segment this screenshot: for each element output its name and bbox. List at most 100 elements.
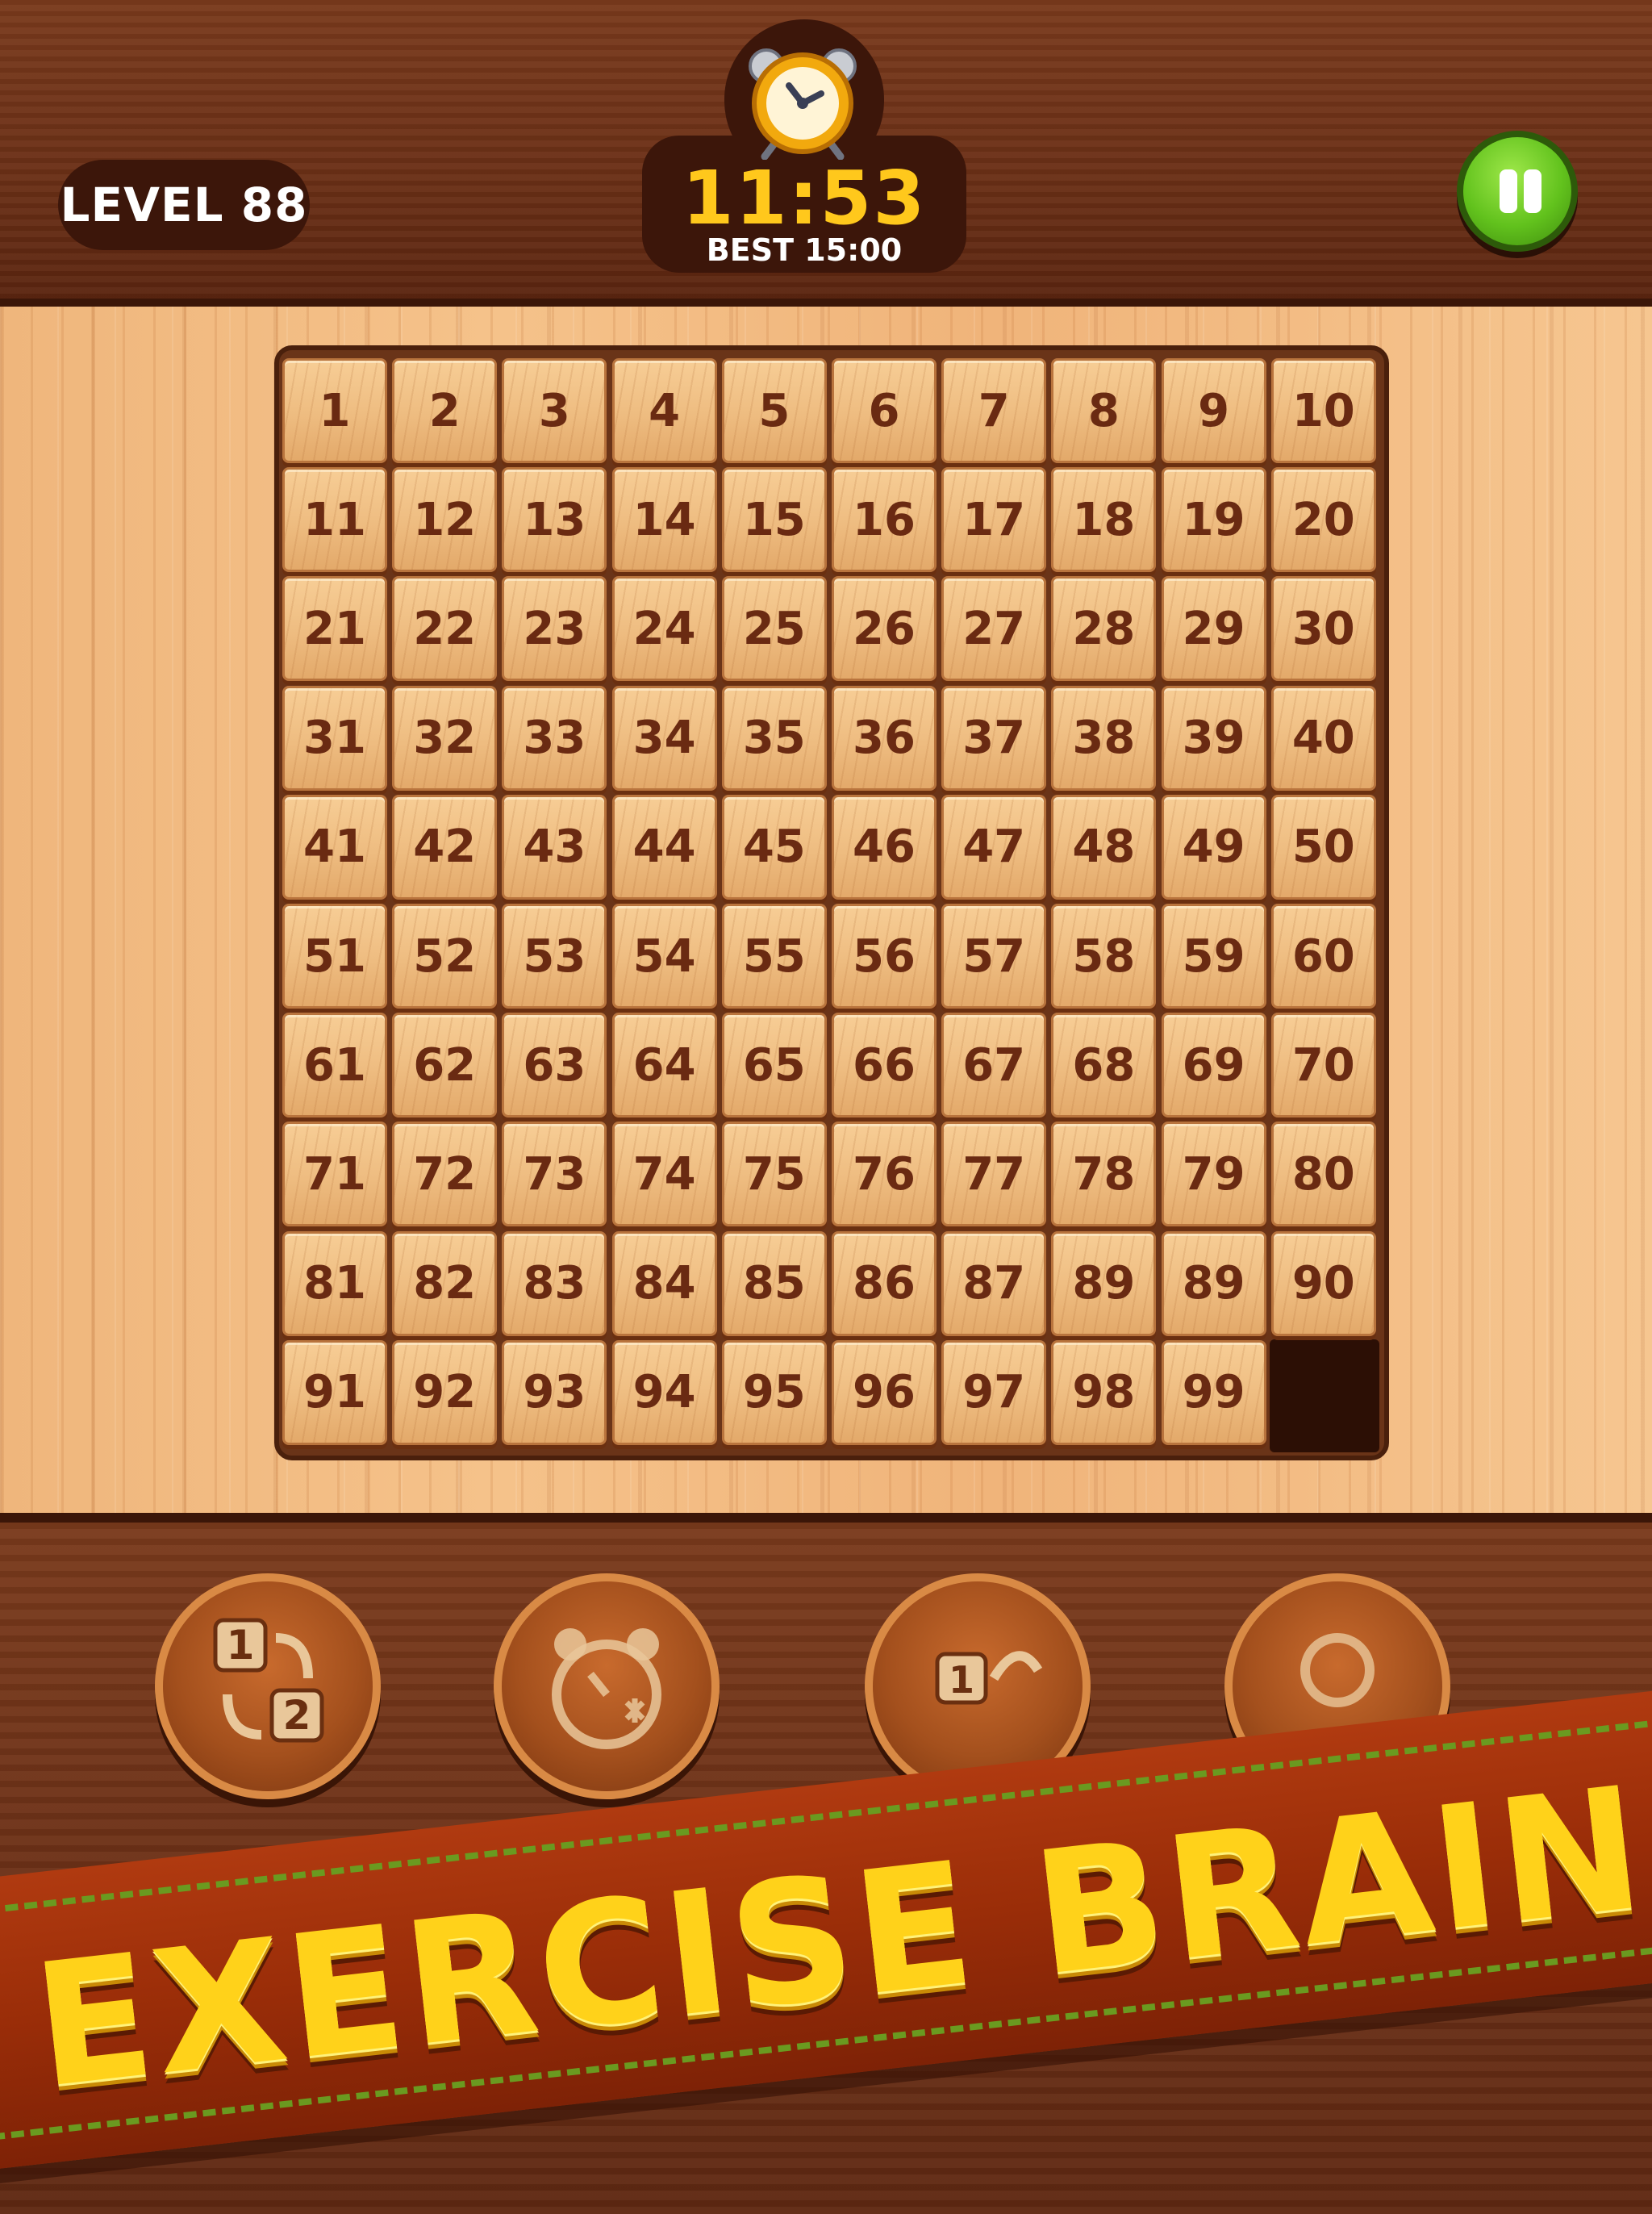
number-tile[interactable]: 80 [1270, 1122, 1376, 1227]
number-tile[interactable]: 86 [832, 1230, 937, 1336]
number-tile[interactable]: 53 [502, 904, 607, 1009]
number-tile[interactable]: 59 [1161, 904, 1266, 1009]
number-tile[interactable]: 75 [721, 1122, 827, 1227]
number-tile[interactable]: 79 [1161, 1122, 1266, 1227]
number-tile[interactable]: 73 [502, 1122, 607, 1227]
number-tile[interactable]: 77 [941, 1122, 1047, 1227]
number-tile[interactable]: 19 [1161, 467, 1266, 573]
number-tile[interactable]: 92 [392, 1339, 498, 1445]
number-tile[interactable]: 20 [1270, 467, 1376, 573]
number-tile[interactable]: 78 [1051, 1122, 1157, 1227]
number-tile[interactable]: 5 [721, 358, 827, 463]
number-tile[interactable]: 30 [1270, 576, 1376, 682]
number-tile[interactable]: 72 [392, 1122, 498, 1227]
number-tile[interactable]: 41 [282, 794, 387, 900]
number-tile[interactable]: 68 [1051, 1013, 1157, 1118]
number-tile[interactable]: 29 [1161, 576, 1266, 682]
number-tile[interactable]: 89 [1161, 1230, 1266, 1336]
number-tile[interactable]: 28 [1051, 576, 1157, 682]
swap-tiles-button[interactable]: 1 2 [155, 1573, 381, 1799]
number-tile[interactable]: 40 [1270, 685, 1376, 791]
number-tile[interactable]: 98 [1051, 1339, 1157, 1445]
number-tile[interactable]: 50 [1270, 794, 1376, 900]
number-tile[interactable]: 99 [1161, 1339, 1266, 1445]
number-tile[interactable]: 96 [832, 1339, 937, 1445]
number-tile[interactable]: 4 [611, 358, 717, 463]
number-tile[interactable]: 97 [941, 1339, 1047, 1445]
number-tile[interactable]: 57 [941, 904, 1047, 1009]
number-tile[interactable]: 51 [282, 904, 387, 1009]
number-tile[interactable]: 42 [392, 794, 498, 900]
number-tile[interactable]: 44 [611, 794, 717, 900]
number-tile[interactable]: 65 [721, 1013, 827, 1118]
number-tile[interactable]: 32 [392, 685, 498, 791]
number-tile[interactable]: 70 [1270, 1013, 1376, 1118]
number-tile[interactable]: 46 [832, 794, 937, 900]
freeze-time-button[interactable] [494, 1573, 720, 1799]
number-tile[interactable]: 16 [832, 467, 937, 573]
number-tile[interactable]: 14 [611, 467, 717, 573]
number-tile[interactable]: 11 [282, 467, 387, 573]
number-tile[interactable]: 6 [832, 358, 937, 463]
number-tile[interactable]: 58 [1051, 904, 1157, 1009]
number-tile[interactable]: 37 [941, 685, 1047, 791]
number-tile[interactable]: 93 [502, 1339, 607, 1445]
number-tile[interactable]: 15 [721, 467, 827, 573]
number-tile[interactable]: 7 [941, 358, 1047, 463]
number-tile[interactable]: 23 [502, 576, 607, 682]
number-tile[interactable]: 64 [611, 1013, 717, 1118]
number-tile[interactable]: 62 [392, 1013, 498, 1118]
number-tile[interactable]: 83 [502, 1230, 607, 1336]
number-tile[interactable]: 56 [832, 904, 937, 1009]
number-tile[interactable]: 85 [721, 1230, 827, 1336]
number-tile[interactable]: 84 [611, 1230, 717, 1336]
number-tile[interactable]: 49 [1161, 794, 1266, 900]
number-tile[interactable]: 36 [832, 685, 937, 791]
number-tile[interactable]: 31 [282, 685, 387, 791]
number-tile[interactable]: 17 [941, 467, 1047, 573]
number-tile[interactable]: 87 [941, 1230, 1047, 1336]
number-tile[interactable]: 66 [832, 1013, 937, 1118]
number-tile[interactable]: 52 [392, 904, 498, 1009]
number-tile[interactable]: 81 [282, 1230, 387, 1336]
number-tile[interactable]: 3 [502, 358, 607, 463]
number-tile[interactable]: 2 [392, 358, 498, 463]
number-tile[interactable]: 82 [392, 1230, 498, 1336]
number-tile[interactable]: 35 [721, 685, 827, 791]
number-tile[interactable]: 1 [282, 358, 387, 463]
number-tile[interactable]: 43 [502, 794, 607, 900]
number-tile[interactable]: 61 [282, 1013, 387, 1118]
number-tile[interactable]: 76 [832, 1122, 937, 1227]
number-tile[interactable]: 47 [941, 794, 1047, 900]
number-tile[interactable]: 26 [832, 576, 937, 682]
number-tile[interactable]: 63 [502, 1013, 607, 1118]
number-tile[interactable]: 39 [1161, 685, 1266, 791]
number-tile[interactable]: 48 [1051, 794, 1157, 900]
number-tile[interactable]: 38 [1051, 685, 1157, 791]
number-tile[interactable]: 71 [282, 1122, 387, 1227]
number-tile[interactable]: 91 [282, 1339, 387, 1445]
number-tile[interactable]: 94 [611, 1339, 717, 1445]
number-tile[interactable]: 13 [502, 467, 607, 573]
number-tile[interactable]: 22 [392, 576, 498, 682]
number-tile[interactable]: 10 [1270, 358, 1376, 463]
number-tile[interactable]: 90 [1270, 1230, 1376, 1336]
number-tile[interactable]: 95 [721, 1339, 827, 1445]
number-tile[interactable]: 54 [611, 904, 717, 1009]
number-tile[interactable]: 60 [1270, 904, 1376, 1009]
number-tile[interactable]: 8 [1051, 358, 1157, 463]
pause-button[interactable] [1457, 131, 1578, 252]
number-tile[interactable]: 24 [611, 576, 717, 682]
number-tile[interactable]: 25 [721, 576, 827, 682]
number-tile[interactable]: 21 [282, 576, 387, 682]
number-tile[interactable]: 45 [721, 794, 827, 900]
number-tile[interactable]: 69 [1161, 1013, 1266, 1118]
number-tile[interactable]: 27 [941, 576, 1047, 682]
number-tile[interactable]: 67 [941, 1013, 1047, 1118]
number-tile[interactable]: 55 [721, 904, 827, 1009]
number-tile[interactable]: 34 [611, 685, 717, 791]
number-tile[interactable]: 9 [1161, 358, 1266, 463]
number-tile[interactable]: 89 [1051, 1230, 1157, 1336]
number-tile[interactable]: 18 [1051, 467, 1157, 573]
number-tile[interactable]: 12 [392, 467, 498, 573]
